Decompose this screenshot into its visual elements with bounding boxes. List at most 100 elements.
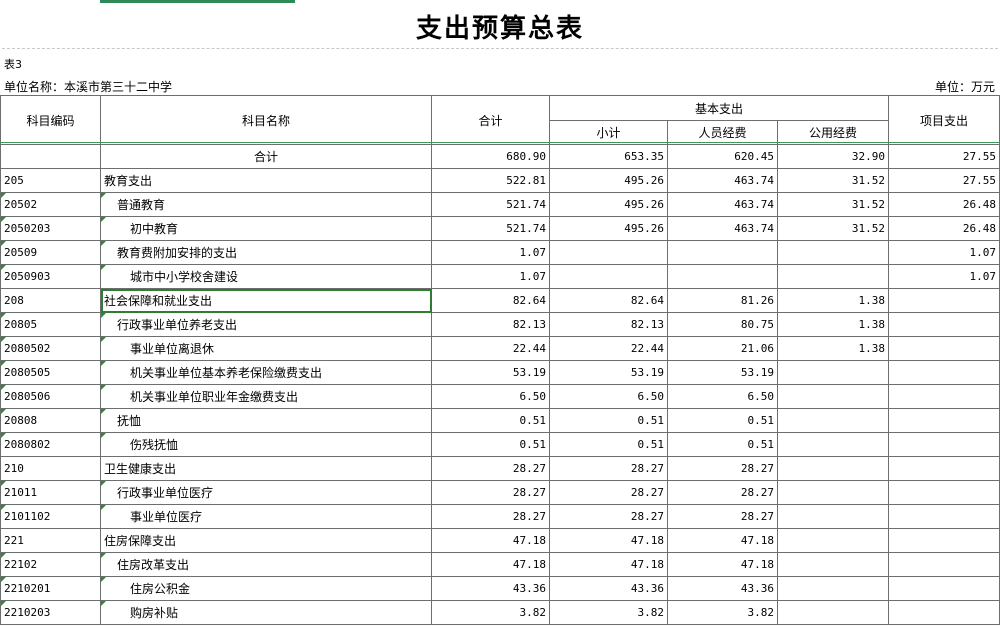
cell-public[interactable]: 31.52 [776,192,890,217]
cell-public[interactable]: 31.52 [776,168,890,193]
header-public[interactable]: 公用经费 [776,120,890,145]
cell-name[interactable]: 事业单位离退休 [100,336,432,361]
cell-subtotal[interactable]: 28.27 [549,480,668,505]
header-basic[interactable]: 基本支出 [548,95,890,121]
cell-project[interactable]: 1.07 [888,240,1000,265]
cell-code[interactable]: 21011 [0,480,101,505]
cell-total[interactable]: 82.13 [431,312,550,337]
cell-code[interactable]: 208 [0,288,101,313]
cell-name[interactable]: 住房保障支出 [100,528,432,553]
cell-total[interactable]: 3.82 [431,600,550,625]
header-name[interactable]: 科目名称 [100,95,432,145]
cell-name[interactable]: 城市中小学校舍建设 [100,264,432,289]
cell-subtotal[interactable] [549,264,668,289]
cell-project[interactable] [888,288,1000,313]
cell-total[interactable]: 680.90 [431,144,550,169]
cell-public[interactable] [776,528,890,553]
cell-personnel[interactable]: 47.18 [667,528,778,553]
cell-subtotal[interactable]: 6.50 [549,384,668,409]
cell-public[interactable] [776,264,890,289]
cell-project[interactable] [888,432,1000,457]
cell-project[interactable]: 1.07 [888,264,1000,289]
cell-total[interactable]: 1.07 [431,264,550,289]
cell-public[interactable] [776,408,890,433]
cell-project[interactable] [888,576,1000,601]
cell-personnel[interactable] [667,264,778,289]
cell-name[interactable]: 初中教育 [100,216,432,241]
cell-total[interactable]: 522.81 [431,168,550,193]
cell-personnel[interactable]: 80.75 [667,312,778,337]
cell-project[interactable]: 26.48 [888,216,1000,241]
cell-subtotal[interactable]: 495.26 [549,168,668,193]
cell-name[interactable]: 卫生健康支出 [100,456,432,481]
cell-public[interactable] [776,360,890,385]
cell-total[interactable]: 43.36 [431,576,550,601]
cell-public[interactable] [776,504,890,529]
cell-public[interactable] [776,576,890,601]
cell-personnel[interactable]: 21.06 [667,336,778,361]
cell-subtotal[interactable]: 53.19 [549,360,668,385]
cell-subtotal[interactable]: 28.27 [549,504,668,529]
cell-subtotal[interactable]: 22.44 [549,336,668,361]
cell-public[interactable] [776,456,890,481]
cell-subtotal[interactable]: 43.36 [549,576,668,601]
cell-total[interactable]: 1.07 [431,240,550,265]
cell-total[interactable]: 521.74 [431,216,550,241]
cell-personnel[interactable]: 463.74 [667,168,778,193]
cell-name[interactable]: 行政事业单位养老支出 [100,312,432,337]
header-subtotal[interactable]: 小计 [549,120,668,145]
cell-project[interactable] [888,408,1000,433]
cell-total[interactable]: 82.64 [431,288,550,313]
cell-code[interactable]: 22102 [0,552,101,577]
cell-project[interactable]: 27.55 [888,168,1000,193]
cell-project[interactable]: 26.48 [888,192,1000,217]
cell-public[interactable] [776,600,890,625]
cell-personnel[interactable]: 28.27 [667,456,778,481]
cell-name[interactable]: 住房改革支出 [100,552,432,577]
cell-public[interactable]: 1.38 [776,312,890,337]
cell-name[interactable]: 合计 [100,144,432,169]
cell-personnel[interactable]: 0.51 [667,432,778,457]
header-project[interactable]: 项目支出 [888,95,1000,145]
cell-code[interactable]: 2210203 [0,600,101,625]
cell-personnel[interactable]: 47.18 [667,552,778,577]
cell-personnel[interactable]: 28.27 [667,480,778,505]
cell-project[interactable] [888,528,1000,553]
cell-code[interactable]: 221 [0,528,101,553]
cell-code[interactable]: 205 [0,168,101,193]
cell-name[interactable]: 教育支出 [100,168,432,193]
cell-public[interactable] [776,384,890,409]
cell-name[interactable]: 行政事业单位医疗 [100,480,432,505]
cell-personnel[interactable]: 3.82 [667,600,778,625]
cell-code[interactable]: 2050203 [0,216,101,241]
cell-total[interactable]: 6.50 [431,384,550,409]
cell-personnel[interactable]: 463.74 [667,216,778,241]
cell-total[interactable]: 47.18 [431,552,550,577]
cell-subtotal[interactable]: 47.18 [549,528,668,553]
cell-total[interactable]: 47.18 [431,528,550,553]
cell-personnel[interactable]: 28.27 [667,504,778,529]
cell-name[interactable]: 机关事业单位职业年金缴费支出 [100,384,432,409]
cell-project[interactable] [888,456,1000,481]
cell-subtotal[interactable]: 82.64 [549,288,668,313]
cell-code[interactable] [0,144,101,169]
cell-personnel[interactable]: 463.74 [667,192,778,217]
cell-code[interactable]: 20808 [0,408,101,433]
cell-project[interactable] [888,552,1000,577]
cell-code[interactable]: 2080506 [0,384,101,409]
cell-name[interactable]: 事业单位医疗 [100,504,432,529]
cell-personnel[interactable]: 0.51 [667,408,778,433]
cell-subtotal[interactable] [549,240,668,265]
cell-name[interactable]: 机关事业单位基本养老保险缴费支出 [100,360,432,385]
cell-total[interactable]: 0.51 [431,408,550,433]
cell-project[interactable] [888,384,1000,409]
cell-code[interactable]: 20805 [0,312,101,337]
cell-subtotal[interactable]: 3.82 [549,600,668,625]
cell-personnel[interactable]: 620.45 [667,144,778,169]
cell-personnel[interactable] [667,240,778,265]
cell-public[interactable] [776,552,890,577]
cell-code[interactable]: 2050903 [0,264,101,289]
cell-project[interactable] [888,336,1000,361]
cell-code[interactable]: 2101102 [0,504,101,529]
cell-code[interactable]: 20509 [0,240,101,265]
